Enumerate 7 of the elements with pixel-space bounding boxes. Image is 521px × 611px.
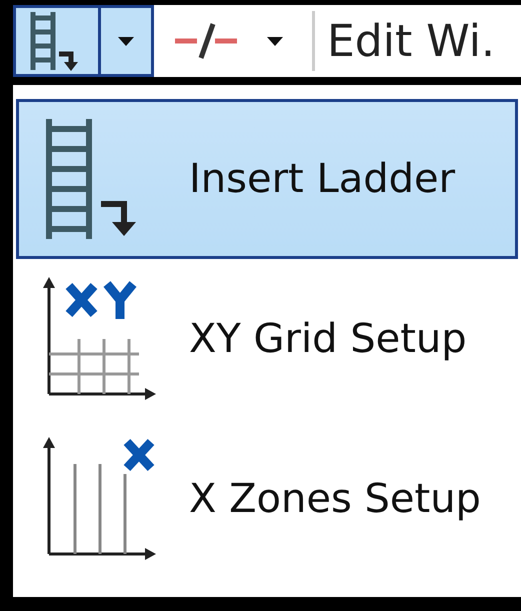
insert-ladder-split-button[interactable] xyxy=(13,5,154,77)
menu-item[interactable]: X Zones Setup xyxy=(16,419,518,579)
menu-item[interactable]: Insert Ladder xyxy=(16,99,518,259)
menu-item[interactable]: XY Grid Setup xyxy=(16,259,518,419)
caret-icon xyxy=(118,36,134,46)
caret-icon xyxy=(267,36,283,46)
broken-line-icon xyxy=(175,21,237,61)
